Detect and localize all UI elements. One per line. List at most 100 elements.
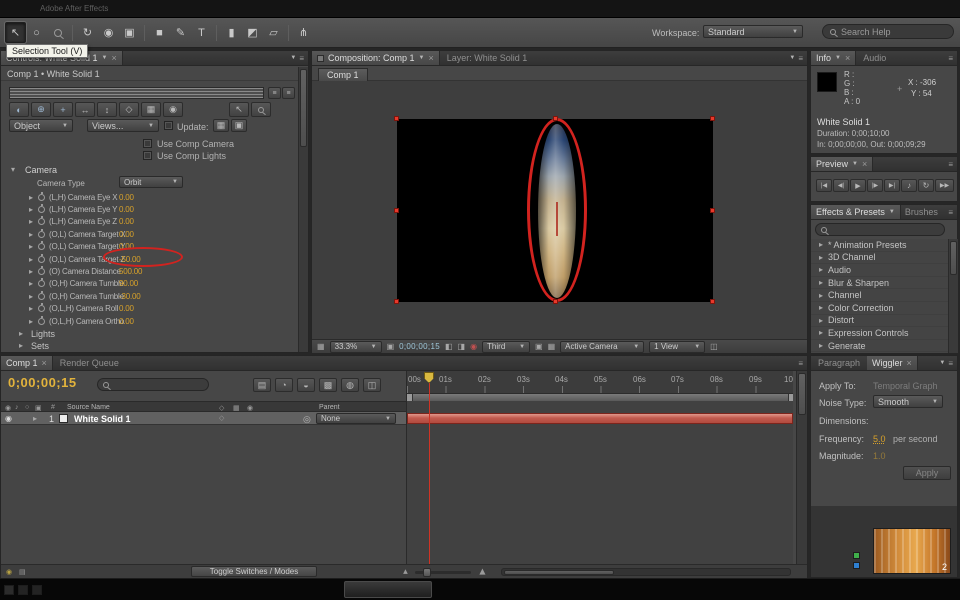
panel-menu-icon[interactable]: ≡ [948,208,953,217]
eye-icon[interactable]: ◉ [5,414,12,423]
effects-category-row[interactable]: ▸Distort [811,315,950,328]
draft-3d-button[interactable]: ◔ [275,378,293,392]
twirl-icon[interactable]: ▸ [29,292,38,301]
camera-view-dropdown[interactable]: Active Camera ▼ [560,341,644,353]
selection-tool-button[interactable]: ↖ [5,22,26,43]
grid-toggle-button[interactable]: ▦ [141,102,161,117]
track-area[interactable] [406,401,793,564]
panel-menu-icon[interactable]: ≡ [798,359,803,368]
track-z-button[interactable]: + [53,102,73,117]
view-layout-dropdown[interactable]: 1 View ▼ [649,341,705,353]
twirl-icon[interactable]: ▸ [29,304,38,313]
noise-type-dropdown[interactable]: Smooth ▼ [873,395,943,408]
chevron-down-icon[interactable]: ▼ [102,55,108,61]
layer-handle[interactable] [710,116,715,121]
frame-blend-button[interactable]: ▩ [319,378,337,392]
work-area-start-handle[interactable] [407,394,413,401]
move-vertical-button[interactable]: ↕ [97,102,117,117]
effects-search-box[interactable] [815,223,945,236]
chevron-down-icon[interactable]: ▼ [419,55,425,61]
stopwatch-icon[interactable] [38,231,45,238]
graph-editor-button[interactable]: ◫ [363,378,381,392]
twirl-icon[interactable]: ▸ [819,291,828,300]
scrollbar-thumb[interactable] [950,241,957,275]
scrollbar-thumb[interactable] [300,69,307,147]
toggle-switches-modes-button[interactable]: Toggle Switches / Modes [191,566,317,577]
stopwatch-icon[interactable] [38,305,45,312]
update-option-button[interactable]: ▦ [213,119,229,132]
twirl-icon[interactable]: ▸ [819,265,828,274]
zoom-in-mountain-icon[interactable]: ▶ [478,568,487,574]
object-dropdown[interactable]: Object ▼ [9,119,73,132]
render-toggle-button[interactable]: ◉ [163,102,183,117]
timeline-timecode[interactable]: 0;00;00;15 [8,375,77,390]
tab-wiggler[interactable]: Wiggler × [867,356,918,370]
panel-menu-arrow-icon[interactable]: ▼ [939,360,945,366]
stamp-tool-button[interactable]: ◩ [242,22,263,43]
move-horizontal-button[interactable]: ↔ [75,102,95,117]
lights-group-label[interactable]: Lights [31,329,55,339]
layer-handle[interactable] [710,208,715,213]
views-dropdown[interactable]: Views... ▼ [87,119,159,132]
effects-category-row[interactable]: ▸Audio [811,264,950,277]
scrollbar-thumb[interactable] [504,570,614,575]
stopwatch-icon[interactable] [38,318,45,325]
stopwatch-icon[interactable] [38,256,45,263]
composition-viewport[interactable] [312,81,807,339]
stopwatch-icon[interactable] [38,243,45,250]
sets-group-label[interactable]: Sets [31,341,49,351]
parent-dropdown[interactable]: None ▼ [316,413,396,424]
panel-menu-icon[interactable]: ≡ [948,359,953,368]
taskbar-icon[interactable] [32,585,42,595]
snapshot-icon[interactable]: ◧ [445,342,453,351]
panel-menu-icon[interactable]: ≡ [299,54,304,63]
previous-frame-button[interactable]: ◀| [833,179,849,192]
pickwhip-icon[interactable]: ◎ [303,414,311,425]
use-comp-lights-checkbox[interactable] [143,151,152,160]
scrollbar-thumb[interactable] [798,373,806,415]
help-search-box[interactable]: Search Help [822,24,954,39]
tab-effects-presets[interactable]: Effects & Presets ▼ [811,205,901,219]
frequency-value[interactable]: 5.0 [873,434,886,444]
composition-frame[interactable] [397,119,713,302]
loop-button[interactable]: ↻ [918,179,934,192]
twirl-icon[interactable]: ▸ [19,341,28,350]
zoom-out-mountain-icon[interactable]: ▶ [402,569,409,574]
magnify-button[interactable] [251,102,271,117]
effects-category-row[interactable]: ▸Expression Controls [811,327,950,340]
parent-column-label[interactable]: Parent [319,404,340,411]
twirl-icon[interactable]: ▸ [33,414,42,423]
stopwatch-icon[interactable] [38,206,45,213]
panel-menu-arrow-icon[interactable]: ▼ [290,55,296,61]
close-icon[interactable]: × [845,53,850,63]
work-area-bar[interactable] [407,393,793,401]
use-comp-camera-checkbox[interactable] [143,139,152,148]
property-value[interactable]: 0.00 [119,304,134,313]
panel-menu-icon[interactable]: ≡ [798,54,803,63]
reset-view-button[interactable]: ◇ [119,102,139,117]
twirl-icon[interactable]: ▸ [29,205,38,214]
layer-handle[interactable] [553,116,558,121]
layer-list-empty-area[interactable] [1,425,406,564]
layer-name[interactable]: White Solid 1 [74,414,131,424]
layer-handle[interactable] [394,299,399,304]
close-icon[interactable]: × [42,358,47,368]
magnification-dropdown[interactable]: 33.3% ▼ [330,341,382,353]
effects-category-row[interactable]: ▸* Animation Presets [811,239,950,252]
expand-transform-icon[interactable]: ▤ [19,568,26,576]
twirl-icon[interactable]: ▸ [29,317,38,326]
twirl-open-icon[interactable]: ▾ [11,165,20,174]
property-value[interactable]: 0.00 [119,205,134,214]
time-ruler[interactable]: 00s 01s 02s 03s 04s 05s 06s 07s 08s 09s … [406,371,793,401]
timeline-search-box[interactable] [97,378,209,391]
panel-menu-icon[interactable]: ≡ [948,54,953,63]
comp-flowchart-button[interactable]: ▤ [253,378,271,392]
effect-controls-scrollbar[interactable] [298,67,308,352]
panel-menu-icon[interactable]: ≡ [948,160,953,169]
twirl-icon[interactable]: ▸ [819,303,828,312]
twirl-icon[interactable]: ▸ [819,316,828,325]
layer-handle[interactable] [553,299,558,304]
layer-switch-icon[interactable]: ◇ [219,414,224,422]
always-preview-icon[interactable]: ▦ [317,342,325,351]
twirl-icon[interactable]: ▸ [819,328,828,337]
